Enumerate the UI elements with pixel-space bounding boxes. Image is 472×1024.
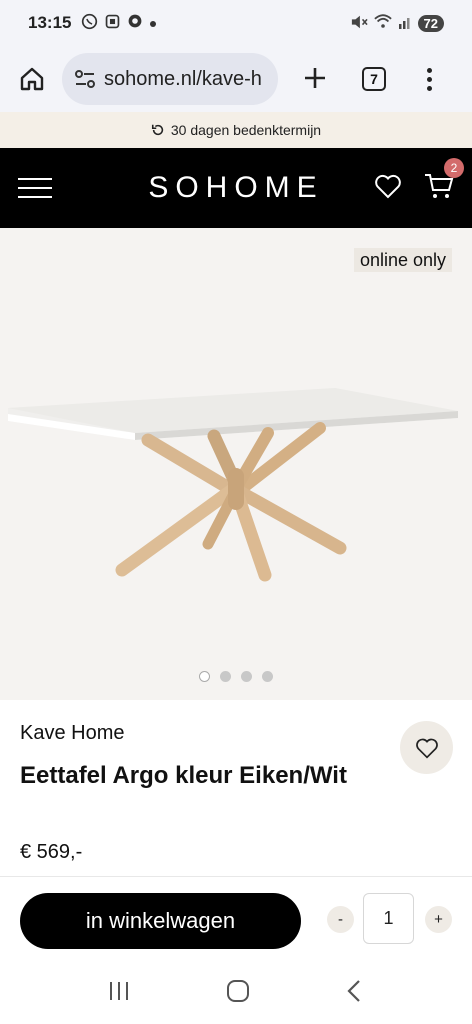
site-header: SOHOME 2 — [0, 148, 472, 228]
product-title: Eettafel Argo kleur Eiken/Wit — [20, 762, 347, 789]
status-time: 13:15 — [28, 13, 72, 32]
quantity-input[interactable] — [363, 893, 414, 944]
product-brand[interactable]: Kave Home — [20, 722, 125, 745]
gallery-dot-2[interactable] — [220, 671, 231, 682]
recent-apps-icon — [110, 981, 129, 1000]
tab-count: 7 — [370, 71, 378, 87]
add-to-wishlist-button[interactable] — [400, 721, 453, 774]
url-text[interactable]: sohome.nl/kave-h — [104, 68, 262, 91]
screenshot-icon — [104, 13, 121, 34]
plus-icon — [305, 68, 325, 88]
site-settings-icon[interactable] — [74, 69, 96, 89]
system-nav-bar — [0, 962, 472, 1024]
browser-toolbar: sohome.nl/kave-h 7 — [0, 46, 472, 112]
home-nav-button[interactable] — [226, 979, 250, 1008]
gallery-pagination — [0, 671, 472, 682]
home-circle-icon — [226, 979, 249, 1002]
battery-indicator: 72 — [417, 14, 444, 32]
quantity-decrease-button[interactable]: - — [327, 906, 354, 933]
signal-icon — [398, 15, 412, 32]
return-icon — [151, 124, 164, 136]
product-gallery[interactable]: online only — [0, 228, 472, 700]
heart-icon — [375, 174, 401, 198]
wishlist-button[interactable] — [374, 173, 402, 204]
online-only-badge: online only — [353, 248, 452, 272]
wifi-icon — [373, 14, 392, 32]
mute-icon — [350, 14, 368, 33]
header-actions: 2 — [374, 157, 464, 205]
chrome-icon — [127, 13, 143, 33]
heart-icon — [415, 738, 438, 759]
tab-switcher-button[interactable]: 7 — [362, 67, 386, 91]
address-bar[interactable]: sohome.nl/kave-h — [62, 53, 278, 105]
back-button[interactable] — [345, 979, 365, 1008]
buy-bar: in winkelwagen - + — [0, 876, 472, 962]
whatsapp-icon — [81, 13, 98, 34]
menu-button[interactable] — [18, 178, 52, 198]
promo-bar: 30 dagen bedenktermijn — [0, 112, 472, 148]
status-bar: 13:15 72 — [0, 0, 472, 46]
gallery-dot-1[interactable] — [199, 671, 210, 682]
cart-button[interactable]: 2 — [424, 157, 464, 205]
gallery-dot-4[interactable] — [262, 671, 273, 682]
cart-count-badge: 2 — [444, 157, 464, 178]
promo-text: 30 dagen bedenktermijn — [170, 122, 322, 138]
recent-apps-button[interactable] — [107, 980, 131, 1007]
home-icon — [20, 67, 44, 91]
product-image[interactable] — [0, 228, 472, 700]
quantity-increase-button[interactable]: + — [425, 906, 452, 933]
status-right: 72 — [350, 14, 444, 33]
browser-menu-button[interactable] — [424, 67, 434, 91]
home-button[interactable] — [14, 61, 50, 97]
new-tab-button[interactable] — [300, 63, 330, 95]
add-to-cart-button[interactable]: in winkelwagen — [20, 893, 301, 949]
gallery-dot-3[interactable] — [241, 671, 252, 682]
more-notifications-dot — [149, 15, 157, 32]
back-icon — [347, 979, 360, 1002]
notification-icons — [81, 13, 157, 34]
product-price: € 569,- — [20, 841, 83, 863]
